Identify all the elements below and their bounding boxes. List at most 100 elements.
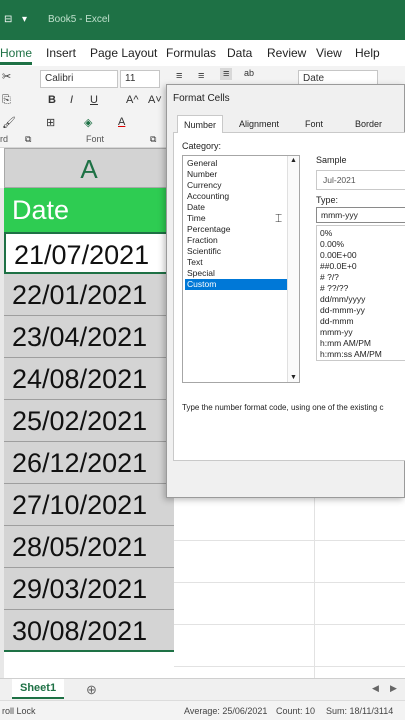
list-item[interactable]: # ??/?? <box>320 283 348 294</box>
table-cell[interactable]: 30/08/2021 <box>4 610 174 652</box>
font-launcher-icon[interactable]: ⧉ <box>150 134 156 145</box>
list-item[interactable]: h:mm:ss AM/PM <box>320 349 382 360</box>
table-cell[interactable]: 25/02/2021 <box>4 400 174 442</box>
list-item[interactable]: Percentage <box>185 224 288 235</box>
mouse-cursor-icon: ⌶ <box>275 211 283 225</box>
wrap-text-icon[interactable]: ab <box>244 68 254 78</box>
font-group-label: Font <box>86 134 105 144</box>
sample-label: Sample <box>316 155 347 165</box>
list-item[interactable]: # ?/? <box>320 272 339 283</box>
table-cell[interactable]: 28/05/2021 <box>4 526 174 568</box>
window-title: Book5 - Excel <box>48 14 110 25</box>
dialog-tabs: Number Alignment Font Border <box>173 115 405 133</box>
type-label: Type: <box>316 195 339 205</box>
list-item[interactable]: Currency <box>185 180 288 191</box>
format-hint-text: Type the number format code, using one o… <box>182 403 384 412</box>
scroll-right-icon[interactable]: ▶ <box>390 683 397 694</box>
font-size-select[interactable]: 11 <box>120 70 160 88</box>
tab-data[interactable]: Data <box>227 46 252 60</box>
scroll-left-icon[interactable]: ◀ <box>372 683 379 694</box>
format-cells-dialog: Format Cells Number Alignment Font Borde… <box>166 84 405 498</box>
bold-button[interactable]: B <box>48 94 56 106</box>
list-item[interactable]: ##0.0E+0 <box>320 261 357 272</box>
list-item[interactable]: Date <box>185 202 288 213</box>
table-cell[interactable]: 21/07/2021 <box>4 232 174 274</box>
tab-formulas[interactable]: Formulas <box>166 46 216 60</box>
list-item[interactable]: 0.00% <box>320 239 344 250</box>
number-tab-panel: Category: General Number Currency Accoun… <box>173 133 405 461</box>
sum-status: Sum: 18/11/3114 <box>326 706 394 716</box>
type-input[interactable]: mmm-yyy <box>316 207 405 223</box>
table-cell[interactable]: 23/04/2021 <box>4 316 174 358</box>
list-item[interactable]: dd-mmm-yy <box>320 305 365 316</box>
list-item-selected[interactable]: Custom <box>185 279 288 290</box>
tab-font[interactable]: Font <box>299 115 329 133</box>
status-bar: roll Lock Average: 25/06/2021 Count: 10 … <box>0 700 405 720</box>
tab-help[interactable]: Help <box>355 46 380 60</box>
list-item[interactable]: mmm-yy <box>320 327 353 338</box>
ribbon-tabs: Home Insert Page Layout Formulas Data Re… <box>0 40 405 66</box>
category-scrollbar[interactable]: ▲ ▼ <box>287 156 299 382</box>
list-item[interactable]: Scientific <box>185 246 288 257</box>
column-header-a[interactable]: A <box>4 148 174 188</box>
list-item[interactable]: Text <box>185 257 288 268</box>
table-cell[interactable]: 24/08/2021 <box>4 358 174 400</box>
format-painter-icon[interactable]: 🖌 <box>2 116 16 129</box>
category-list[interactable]: General Number Currency Accounting Date … <box>182 155 300 383</box>
italic-button[interactable]: I <box>70 94 73 106</box>
list-item[interactable]: dd-mmm <box>320 316 354 327</box>
font-color-button[interactable]: A <box>118 116 125 128</box>
list-item[interactable]: Special <box>185 268 288 279</box>
add-sheet-icon[interactable]: ⊕ <box>86 682 97 698</box>
gridline <box>174 666 405 667</box>
clipboard-launcher-icon[interactable]: ⧉ <box>25 134 31 145</box>
list-item[interactable]: Fraction <box>185 235 288 246</box>
align-middle-icon[interactable]: ≡ <box>198 70 204 82</box>
table-cell[interactable]: 29/03/2021 <box>4 568 174 610</box>
cut-icon[interactable]: ✂ <box>2 70 11 83</box>
tab-insert[interactable]: Insert <box>46 46 76 60</box>
gridline <box>174 540 405 541</box>
tab-home[interactable]: Home <box>0 46 33 65</box>
tab-number[interactable]: Number <box>177 115 224 133</box>
format-code-list[interactable]: 0% 0.00% 0.00E+00 ##0.0E+0 # ?/? # ??/??… <box>316 225 405 361</box>
sample-value: Jul-2021 <box>316 170 405 190</box>
list-item[interactable]: dd/mm/yyyy <box>320 294 365 305</box>
customize-quick-access-icon[interactable]: ▾ <box>22 14 27 25</box>
tab-page-layout[interactable]: Page Layout <box>90 46 157 60</box>
copy-icon[interactable]: ⎘ <box>2 94 11 107</box>
borders-icon[interactable]: ⊞ <box>46 116 55 129</box>
underline-button[interactable]: U <box>90 94 98 106</box>
scroll-down-icon[interactable]: ▼ <box>290 374 297 381</box>
list-item[interactable]: 0.00E+00 <box>320 250 357 261</box>
align-bottom-icon[interactable]: ≡ <box>220 68 233 80</box>
align-top-icon[interactable]: ≡ <box>176 70 182 82</box>
font-name-select[interactable]: Calibri <box>40 70 118 88</box>
sheet-tab-sheet1[interactable]: Sheet1 <box>12 679 65 699</box>
increase-font-button[interactable]: A^ <box>126 94 139 106</box>
header-cell-date[interactable]: Date <box>4 188 174 232</box>
list-item[interactable]: Accounting <box>185 191 288 202</box>
sheet-tab-bar: Sheet1 ⊕ ◀ ▶ <box>0 678 405 700</box>
table-cell[interactable]: 22/01/2021 <box>4 274 174 316</box>
quick-access-icon[interactable]: ⊟ <box>4 14 12 25</box>
list-item[interactable]: Number <box>185 169 288 180</box>
tab-border[interactable]: Border <box>349 115 388 133</box>
tab-review[interactable]: Review <box>267 46 306 60</box>
gridline <box>174 582 405 583</box>
list-item[interactable]: General <box>185 158 288 169</box>
tab-alignment[interactable]: Alignment <box>233 115 285 133</box>
table-cell[interactable]: 26/12/2021 <box>4 442 174 484</box>
scroll-up-icon[interactable]: ▲ <box>290 157 297 164</box>
decrease-font-button[interactable]: A˅ <box>148 94 162 106</box>
count-status: Count: 10 <box>276 706 316 716</box>
list-item[interactable]: Time <box>185 213 288 224</box>
list-item[interactable]: h:mm AM/PM <box>320 338 371 349</box>
table-cell[interactable]: 27/10/2021 <box>4 484 174 526</box>
scroll-lock-status: roll Lock <box>2 706 36 716</box>
list-item[interactable]: 0% <box>320 228 332 239</box>
fill-color-icon[interactable]: ◈ <box>84 116 92 129</box>
category-label: Category: <box>182 141 222 151</box>
tab-view[interactable]: View <box>316 46 342 60</box>
clipboard-group-label: rd <box>0 134 9 144</box>
